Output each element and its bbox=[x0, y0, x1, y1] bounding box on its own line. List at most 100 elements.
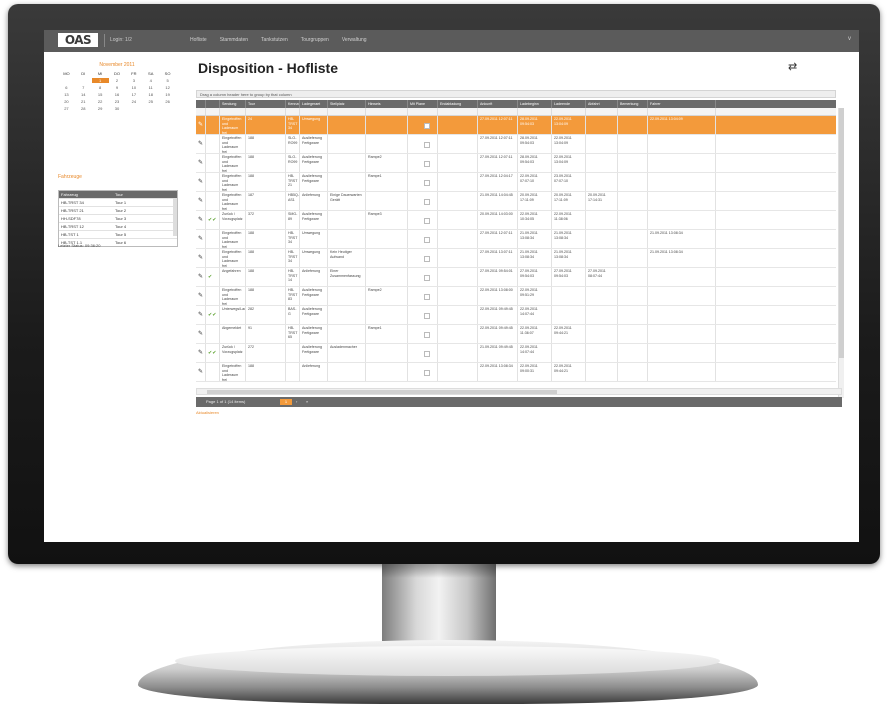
mini-table-row[interactable]: HH-SDF78 Tour 3 bbox=[59, 214, 177, 222]
chevron-down-icon[interactable]: v bbox=[848, 36, 851, 42]
edit-pencil-icon[interactable]: ✎ bbox=[196, 249, 206, 267]
grid-filter-cell[interactable] bbox=[518, 108, 552, 115]
calendar-day[interactable]: 1 bbox=[91, 78, 109, 83]
grid-vertical-scrollbar[interactable] bbox=[838, 108, 844, 398]
edit-pencil-icon[interactable]: ✎ bbox=[196, 268, 206, 286]
grid-filter-cell[interactable] bbox=[328, 108, 366, 115]
calendar-day[interactable]: 17 bbox=[125, 92, 142, 97]
calendar-day[interactable]: 14 bbox=[75, 92, 92, 97]
edit-pencil-icon[interactable]: ✎ bbox=[196, 363, 206, 381]
row-checkbox[interactable] bbox=[424, 370, 430, 376]
grid-filter-cell[interactable] bbox=[286, 108, 300, 115]
row-checkbox[interactable] bbox=[424, 123, 430, 129]
calendar-day[interactable]: 30 bbox=[109, 106, 126, 111]
row-checkbox[interactable] bbox=[424, 332, 430, 338]
table-row[interactable]: ✎ ✔✔ Zurück / Vorzugsplatz 272 Auslieferung … bbox=[196, 344, 836, 363]
grid-filter-cell[interactable] bbox=[206, 108, 220, 115]
calendar-day[interactable]: 4 bbox=[142, 78, 159, 83]
grid-filter-cell[interactable] bbox=[618, 108, 648, 115]
grid-filter-cell[interactable] bbox=[366, 108, 408, 115]
table-row[interactable]: ✎ Eingetroffen und Laderaum frei 188 HB-TRS… bbox=[196, 173, 836, 192]
group-by-panel[interactable]: Drag a column header here to group by th… bbox=[196, 90, 836, 98]
calendar-day[interactable]: 16 bbox=[109, 92, 126, 97]
mini-header-tour[interactable]: Tour bbox=[113, 191, 177, 198]
table-row[interactable]: ✎ ✔ Angefahren 188 HB-TRST 14 Anlieferung Eine… bbox=[196, 268, 836, 287]
table-row[interactable]: ✎ Abgemeldet 91 HB-TRST 65 Auslieferung Fert… bbox=[196, 325, 836, 344]
grid-column-header[interactable]: Sendung bbox=[220, 100, 246, 108]
calendar-day[interactable]: 10 bbox=[125, 85, 142, 90]
calendar-day[interactable]: 18 bbox=[142, 92, 159, 97]
table-row[interactable]: ✎ Eingetroffen und Laderaum frei 188 SLO-RO… bbox=[196, 135, 836, 154]
row-checkbox[interactable] bbox=[424, 142, 430, 148]
pager-last-icon[interactable]: » bbox=[306, 397, 308, 407]
calendar-day[interactable]: 15 bbox=[92, 92, 109, 97]
row-checkbox[interactable] bbox=[424, 161, 430, 167]
grid-column-header[interactable]: Fahrer bbox=[648, 100, 716, 108]
swap-icon[interactable]: ⇄ bbox=[788, 60, 797, 73]
row-checkbox[interactable] bbox=[424, 275, 430, 281]
grid-column-header[interactable]: Mit Plane bbox=[408, 100, 438, 108]
grid-filter-cell[interactable] bbox=[220, 108, 246, 115]
calendar-day[interactable]: 23 bbox=[109, 99, 126, 104]
mini-table-row[interactable]: HB-TRST 12 Tour 4 bbox=[59, 222, 177, 230]
pager-next-icon[interactable]: › bbox=[296, 397, 297, 407]
grid-filter-cell[interactable] bbox=[648, 108, 716, 115]
edit-pencil-icon[interactable]: ✎ bbox=[196, 344, 206, 362]
row-checkbox[interactable] bbox=[424, 256, 430, 262]
grid-filter-cell[interactable] bbox=[408, 108, 438, 115]
edit-pencil-icon[interactable]: ✎ bbox=[196, 287, 206, 305]
grid-filter-cell[interactable] bbox=[586, 108, 618, 115]
mini-table-row[interactable]: HB-TRST 21 Tour 2 bbox=[59, 206, 177, 214]
edit-pencil-icon[interactable]: ✎ bbox=[196, 154, 206, 172]
table-row[interactable]: ✎ Eingetroffen und Laderaum frei 24 HB-TRST… bbox=[196, 116, 836, 135]
calendar-day[interactable]: 27 bbox=[58, 106, 75, 111]
calendar-day[interactable]: 26 bbox=[159, 99, 176, 104]
grid-column-header[interactable]: Abfahrt bbox=[586, 100, 618, 108]
grid-filter-cell[interactable] bbox=[478, 108, 518, 115]
row-checkbox[interactable] bbox=[424, 294, 430, 300]
edit-pencil-icon[interactable]: ✎ bbox=[196, 135, 206, 153]
grid-column-header[interactable]: Stellplatz bbox=[328, 100, 366, 108]
nav-stammdaten[interactable]: Stammdaten bbox=[220, 37, 248, 43]
calendar-day[interactable]: 8 bbox=[92, 85, 109, 90]
grid-column-header[interactable] bbox=[196, 100, 206, 108]
table-row[interactable]: ✎ Eingetroffen und Laderaum frei 188 SLO-RO… bbox=[196, 154, 836, 173]
table-row[interactable]: ✎ Eingetroffen und Laderaum frei 188 HB-TRS… bbox=[196, 249, 836, 268]
grid-column-header[interactable]: Hinweis bbox=[366, 100, 408, 108]
grid-column-header[interactable]: Ladeende bbox=[552, 100, 586, 108]
calendar-day[interactable]: 12 bbox=[159, 85, 176, 90]
calendar-day[interactable]: 21 bbox=[75, 99, 92, 104]
calendar-day[interactable]: 25 bbox=[142, 99, 159, 104]
horizontal-scroll-thumb[interactable] bbox=[207, 390, 557, 394]
nav-hofliste[interactable]: Hofliste bbox=[190, 37, 207, 43]
calendar-day[interactable]: 20 bbox=[58, 99, 75, 104]
row-checkbox[interactable] bbox=[424, 313, 430, 319]
edit-pencil-icon[interactable]: ✎ bbox=[196, 192, 206, 210]
nav-tourgruppen[interactable]: Tourgruppen bbox=[301, 37, 329, 43]
grid-filter-cell[interactable] bbox=[438, 108, 478, 115]
table-row[interactable]: ✎ Eingetroffen und Laderaum frei 188 HB-TRS… bbox=[196, 230, 836, 249]
table-row[interactable]: ✎ ✔✔ Zurück / Vorzugsplatz 372 SMG-89 Auslief… bbox=[196, 211, 836, 230]
calendar-day[interactable]: 24 bbox=[125, 99, 142, 104]
grid-column-header[interactable] bbox=[206, 100, 220, 108]
calendar-day[interactable]: 19 bbox=[159, 92, 176, 97]
grid-filter-cell[interactable] bbox=[196, 108, 206, 115]
row-checkbox[interactable] bbox=[424, 351, 430, 357]
edit-pencil-icon[interactable]: ✎ bbox=[196, 230, 206, 248]
grid-column-header[interactable]: Ladebeginn bbox=[518, 100, 552, 108]
row-checkbox[interactable] bbox=[424, 180, 430, 186]
edit-pencil-icon[interactable]: ✎ bbox=[196, 173, 206, 191]
calendar-day[interactable]: 5 bbox=[159, 78, 176, 83]
calendar-day[interactable]: 6 bbox=[58, 85, 75, 90]
grid-column-header[interactable]: Ankunft bbox=[478, 100, 518, 108]
grid-horizontal-scrollbar[interactable] bbox=[196, 388, 842, 395]
calendar-day[interactable]: 13 bbox=[58, 92, 75, 97]
calendar-day[interactable]: 29 bbox=[92, 106, 109, 111]
grid-column-header[interactable]: Tour bbox=[246, 100, 286, 108]
edit-pencil-icon[interactable]: ✎ bbox=[196, 211, 206, 229]
calendar-title[interactable]: November 2011 bbox=[58, 62, 176, 68]
edit-pencil-icon[interactable]: ✎ bbox=[196, 325, 206, 343]
edit-pencil-icon[interactable]: ✎ bbox=[196, 116, 206, 134]
calendar-day[interactable]: 2 bbox=[109, 78, 126, 83]
calendar-day[interactable]: 3 bbox=[125, 78, 142, 83]
